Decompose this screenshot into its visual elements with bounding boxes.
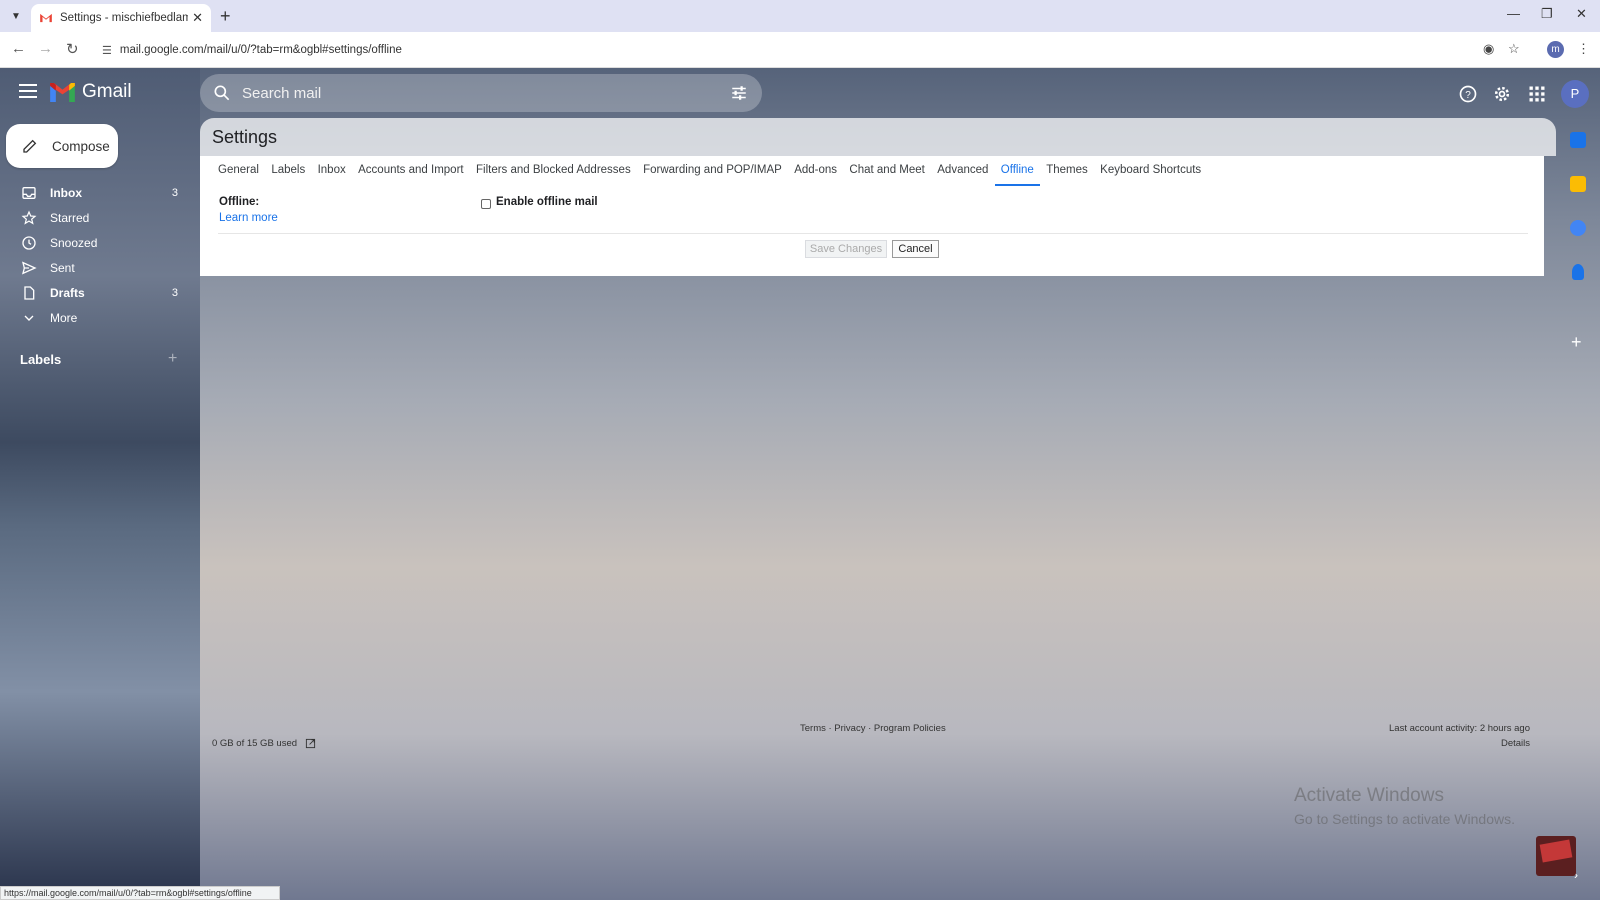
send-icon <box>22 261 37 274</box>
divider <box>218 233 1528 234</box>
open-external-icon[interactable] <box>305 738 316 749</box>
browser-tab-bar: ▼ Settings - mischiefbedlam@gm ✕ + — ❐ ✕ <box>0 0 1600 32</box>
nav-item-drafts[interactable]: Drafts 3 <box>0 280 196 305</box>
site-info-icon[interactable]: ☰ <box>102 44 112 57</box>
browser-tab[interactable]: Settings - mischiefbedlam@gm ✕ <box>31 4 211 32</box>
footer-links[interactable]: Terms · Privacy · Program Policies <box>800 723 946 734</box>
activate-windows-title: Activate Windows <box>1294 785 1444 806</box>
tab-labels[interactable]: Labels <box>271 156 305 186</box>
nav-label: More <box>50 310 78 325</box>
url-text: mail.google.com/mail/u/0/?tab=rm&ogbl#se… <box>119 44 402 56</box>
apps-grid-icon[interactable] <box>1527 84 1547 104</box>
nav-label: Drafts <box>50 285 85 300</box>
activate-windows-subtitle: Go to Settings to activate Windows. <box>1294 811 1515 827</box>
add-addon-icon[interactable]: + <box>1571 332 1582 353</box>
storage-usage: 0 GB of 15 GB used <box>212 738 316 749</box>
labels-header: Labels <box>20 352 62 367</box>
save-changes-button[interactable]: Save Changes <box>805 240 887 258</box>
address-bar-row: ← → ↻ ☰ mail.google.com/mail/u/0/?tab=rm… <box>0 32 1600 68</box>
inbox-icon <box>22 186 36 199</box>
new-tab-button[interactable]: + <box>220 6 231 27</box>
last-activity: Last account activity: 2 hours ago <box>1389 723 1530 734</box>
pencil-icon <box>23 139 37 153</box>
file-icon <box>24 285 35 300</box>
help-icon[interactable]: ? <box>1458 84 1478 104</box>
cancel-button[interactable]: Cancel <box>892 240 939 258</box>
offline-setting-label: Offline: <box>219 196 260 208</box>
chevron-down-icon <box>24 315 34 321</box>
compose-label: Compose <box>52 138 110 154</box>
nav-item-inbox[interactable]: Inbox 3 <box>0 180 196 205</box>
nav-label: Snoozed <box>50 235 98 250</box>
storage-text: 0 GB of 15 GB used <box>212 738 298 749</box>
contacts-icon[interactable] <box>1572 264 1584 280</box>
tab-filters[interactable]: Filters and Blocked Addresses <box>476 156 631 186</box>
bookmark-star-icon[interactable]: ☆ <box>1508 41 1520 57</box>
gmail-favicon-icon <box>40 13 52 23</box>
enable-offline-checkbox[interactable] <box>481 199 491 209</box>
settings-tabs: General Labels Inbox Accounts and Import… <box>218 156 1214 186</box>
nav-item-more[interactable]: More <box>0 305 196 330</box>
tab-close-icon[interactable]: ✕ <box>192 10 203 26</box>
browser-menu-icon[interactable]: ⋮ <box>1577 41 1590 57</box>
nav-count: 3 <box>171 186 178 199</box>
browser-profile-avatar[interactable]: m <box>1547 41 1564 58</box>
nav-item-starred[interactable]: Starred <box>0 205 196 230</box>
account-avatar[interactable]: P <box>1561 80 1589 108</box>
tab-general[interactable]: General <box>218 156 259 186</box>
svg-text:?: ? <box>1465 90 1471 101</box>
main-menu-icon[interactable] <box>19 84 37 98</box>
search-icon[interactable] <box>212 83 232 103</box>
tab-themes[interactable]: Themes <box>1046 156 1088 186</box>
eye-icon[interactable]: ◉ <box>1483 41 1494 57</box>
tab-chat-and-meet[interactable]: Chat and Meet <box>849 156 924 186</box>
gmail-wordmark: Gmail <box>82 81 132 102</box>
tab-inbox[interactable]: Inbox <box>318 156 346 186</box>
nav-item-snoozed[interactable]: Snoozed <box>0 230 196 255</box>
clock-icon <box>22 235 36 250</box>
search-input[interactable] <box>242 84 730 102</box>
tab-search-button[interactable]: ▼ <box>6 7 26 27</box>
settings-title-bar <box>200 118 1556 156</box>
tab-add-ons[interactable]: Add-ons <box>794 156 837 186</box>
add-label-icon[interactable]: + <box>168 350 177 368</box>
tab-advanced[interactable]: Advanced <box>937 156 988 186</box>
calendar-icon[interactable] <box>1570 132 1586 148</box>
learn-more-link[interactable]: Learn more <box>219 212 278 224</box>
nav-label: Starred <box>50 210 90 225</box>
search-options-icon[interactable] <box>730 84 748 102</box>
nav-label: Sent <box>50 260 75 275</box>
search-bar[interactable] <box>200 74 762 112</box>
tab-offline[interactable]: Offline <box>994 156 1040 186</box>
nav-count: 3 <box>171 286 178 299</box>
compose-button[interactable]: Compose <box>6 124 118 168</box>
close-window-icon[interactable]: ✕ <box>1576 6 1587 22</box>
gmail-logo-icon[interactable] <box>50 83 75 102</box>
restore-icon[interactable]: ❐ <box>1541 6 1553 22</box>
url-field[interactable]: ☰ mail.google.com/mail/u/0/?tab=rm&ogbl#… <box>96 37 1526 63</box>
tab-accounts-and-import[interactable]: Accounts and Import <box>358 156 463 186</box>
nav-label: Inbox <box>50 185 82 200</box>
keep-icon[interactable] <box>1570 176 1586 192</box>
settings-gear-icon[interactable] <box>1492 84 1512 104</box>
minimize-icon[interactable]: — <box>1507 6 1520 21</box>
tab-keyboard-shortcuts[interactable]: Keyboard Shortcuts <box>1100 156 1201 186</box>
reload-icon[interactable]: ↻ <box>66 40 79 58</box>
forward-icon[interactable]: → <box>38 40 53 57</box>
tab-forwarding[interactable]: Forwarding and POP/IMAP <box>643 156 782 186</box>
details-link[interactable]: Details <box>1501 738 1530 749</box>
tab-title: Settings - mischiefbedlam@gm <box>60 12 189 24</box>
enable-offline-label[interactable]: Enable offline mail <box>496 196 598 208</box>
page-title: Settings <box>212 127 278 147</box>
back-icon[interactable]: ← <box>11 40 26 57</box>
star-icon <box>21 209 37 225</box>
status-bar-url: https://mail.google.com/mail/u/0/?tab=rm… <box>0 886 280 900</box>
tasks-icon[interactable] <box>1570 220 1586 236</box>
nav-item-sent[interactable]: Sent <box>0 255 196 280</box>
